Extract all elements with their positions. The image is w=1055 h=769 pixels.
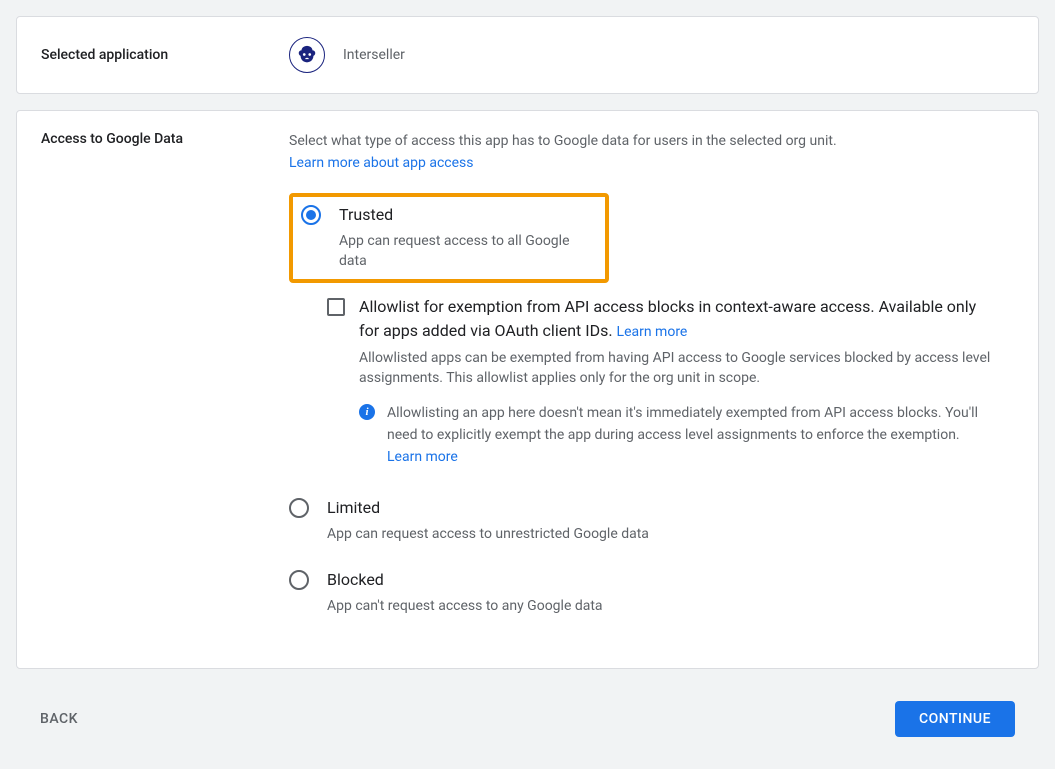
allowlist-section: Allowlist for exemption from API access … xyxy=(327,295,1014,468)
learn-more-app-access-link[interactable]: Learn more about app access xyxy=(289,155,474,171)
access-to-google-data-card: Access to Google Data Select what type o… xyxy=(16,110,1039,669)
limited-subtitle: App can request access to unrestricted G… xyxy=(327,524,1014,544)
blocked-title: Blocked xyxy=(327,568,1014,592)
app-logo-icon xyxy=(289,37,325,73)
allowlist-checkbox[interactable] xyxy=(327,298,345,316)
footer-actions: BACK CONTINUE xyxy=(16,685,1039,753)
allowlist-title: Allowlist for exemption from API access … xyxy=(359,295,994,344)
allowlist-info-learn-more-link[interactable]: Learn more xyxy=(387,449,458,465)
access-radio-group: Trusted App can request access to all Go… xyxy=(289,193,1014,624)
limited-option: Limited App can request access to unrest… xyxy=(289,488,1014,552)
app-name-text: Interseller xyxy=(343,47,405,63)
app-display: Interseller xyxy=(289,37,405,73)
limited-title: Limited xyxy=(327,496,1014,520)
trusted-title: Trusted xyxy=(339,203,595,227)
access-section-label: Access to Google Data xyxy=(41,131,289,147)
selected-application-card: Selected application Interseller xyxy=(16,16,1039,94)
access-description: Select what type of access this app has … xyxy=(289,131,1014,151)
back-button[interactable]: BACK xyxy=(40,703,78,735)
allowlist-info-text: Allowlisting an app here doesn't mean it… xyxy=(387,402,994,468)
trusted-option-highlight: Trusted App can request access to all Go… xyxy=(289,193,609,283)
limited-radio[interactable] xyxy=(289,498,309,518)
selected-app-section-label: Selected application xyxy=(41,47,289,63)
allowlist-description: Allowlisted apps can be exempted from ha… xyxy=(359,348,994,388)
blocked-option: Blocked App can't request access to any … xyxy=(289,560,1014,624)
continue-button[interactable]: CONTINUE xyxy=(895,701,1015,737)
blocked-subtitle: App can't request access to any Google d… xyxy=(327,596,1014,616)
trusted-radio[interactable] xyxy=(301,205,321,225)
allowlist-learn-more-link[interactable]: Learn more xyxy=(617,324,688,340)
trusted-subtitle: App can request access to all Google dat… xyxy=(339,231,595,271)
blocked-radio[interactable] xyxy=(289,570,309,590)
allowlist-info-row: i Allowlisting an app here doesn't mean … xyxy=(359,402,994,468)
info-icon: i xyxy=(359,404,375,420)
